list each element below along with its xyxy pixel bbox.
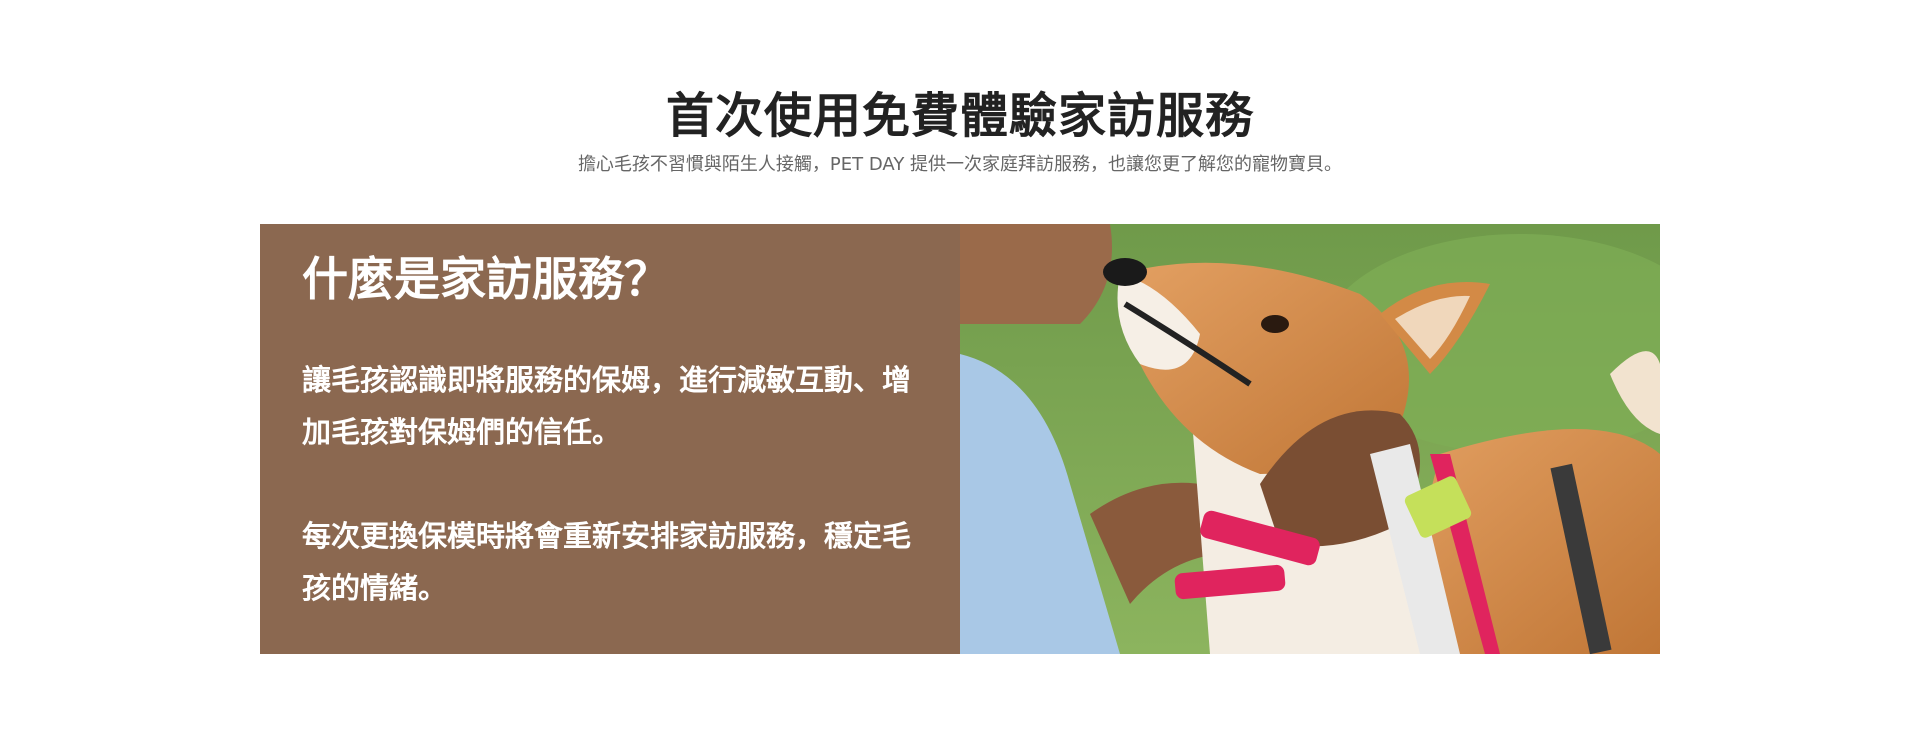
dog-nose — [1103, 258, 1147, 286]
home-visit-section: 首次使用免費體驗家訪服務 擔心毛孩不習慣與陌生人接觸，PET DAY 提供一次家… — [0, 0, 1920, 735]
card-title: 什麼是家訪服務？ — [302, 252, 670, 306]
dog-eye — [1261, 315, 1289, 333]
dog-photo-illustration — [960, 224, 1660, 654]
card-paragraph-2: 每次更換保模時將會重新安排家訪服務，穩定毛孩的情緒。 — [302, 519, 912, 605]
card-paragraph-1: 讓毛孩認識即將服務的保姆，進行減敏互動、增加毛孩對保姆們的信任。 — [302, 363, 912, 449]
shiba-dog-photo — [960, 224, 1660, 654]
section-subtitle: 擔心毛孩不習慣與陌生人接觸，PET DAY 提供一次家庭拜訪服務，也讓您更了解您… — [577, 154, 1343, 175]
home-visit-card: 什麼是家訪服務？ 讓毛孩認識即將服務的保姆，進行減敏互動、增加毛孩對保姆們的信任… — [260, 224, 1660, 654]
section-title: 首次使用免費體驗家訪服務 — [665, 88, 1254, 144]
card-text-panel: 什麼是家訪服務？ 讓毛孩認識即將服務的保姆，進行減敏互動、增加毛孩對保姆們的信任… — [260, 224, 960, 654]
person-head — [960, 224, 1112, 324]
